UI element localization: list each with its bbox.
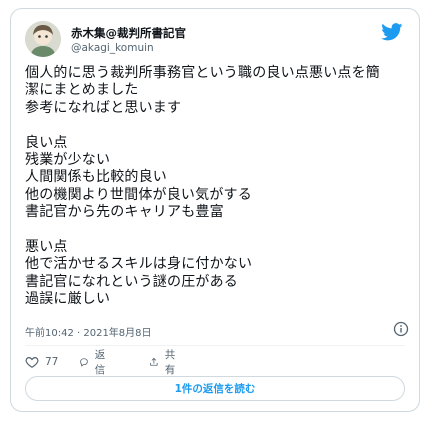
tweet-line: 良い点 xyxy=(25,134,68,151)
divider xyxy=(25,345,405,346)
like-count: 77 xyxy=(45,356,59,368)
reply-button[interactable]: 返信 xyxy=(79,349,110,376)
share-icon xyxy=(150,357,158,366)
info-icon[interactable] xyxy=(393,321,409,337)
tweet-line: 書記官から先のキャリアも豊富 xyxy=(25,204,224,221)
tweet-line: 参考になればと思います xyxy=(25,99,182,116)
tweet-line: 人間関係も比較的良い xyxy=(25,169,167,186)
twitter-bird-icon[interactable] xyxy=(381,23,403,41)
heart-icon xyxy=(25,357,39,368)
tweet-text: 個人的に思う裁判所事務官という職の良い点悪い点を簡 潔にまとめました 参考になれ… xyxy=(25,65,409,308)
read-replies-button[interactable]: 1件の返信を読む xyxy=(25,376,405,401)
like-button[interactable]: 77 xyxy=(25,353,58,371)
tweet-header: 赤木集@裁判所書記官 @akagi_komuin xyxy=(25,21,405,61)
tweet-line: 個人的に思う裁判所事務官という職の良い点悪い点を簡 xyxy=(25,65,380,81)
tweet-card: 赤木集@裁判所書記官 @akagi_komuin 個人的に思う裁判所事務官という… xyxy=(10,8,420,412)
share-label: 共有 xyxy=(164,349,176,376)
reply-icon xyxy=(80,358,88,367)
tweet-line: 残業が少ない xyxy=(25,151,111,168)
reply-label: 返信 xyxy=(94,349,106,376)
share-button[interactable]: 共有 xyxy=(149,349,180,376)
display-name[interactable]: 赤木集@裁判所書記官 xyxy=(71,25,186,41)
tweet-timestamp[interactable]: 午前10:42 · 2021年8月8日 xyxy=(25,324,152,339)
user-handle[interactable]: @akagi_komuin xyxy=(71,42,154,54)
tweet-line: 他で活かせるスキルは身に付かない xyxy=(25,256,253,273)
tweet-line: 潔にまとめました xyxy=(25,82,139,99)
tweet-line: 悪い点 xyxy=(25,238,68,255)
tweet-line: 書記官になれという謎の圧がある xyxy=(25,273,238,290)
tweet-line: 他の機関より世間体が良い気がする xyxy=(25,186,252,203)
tweet-line: 過誤に厳しい xyxy=(25,291,111,308)
user-avatar-icon[interactable] xyxy=(25,21,61,57)
